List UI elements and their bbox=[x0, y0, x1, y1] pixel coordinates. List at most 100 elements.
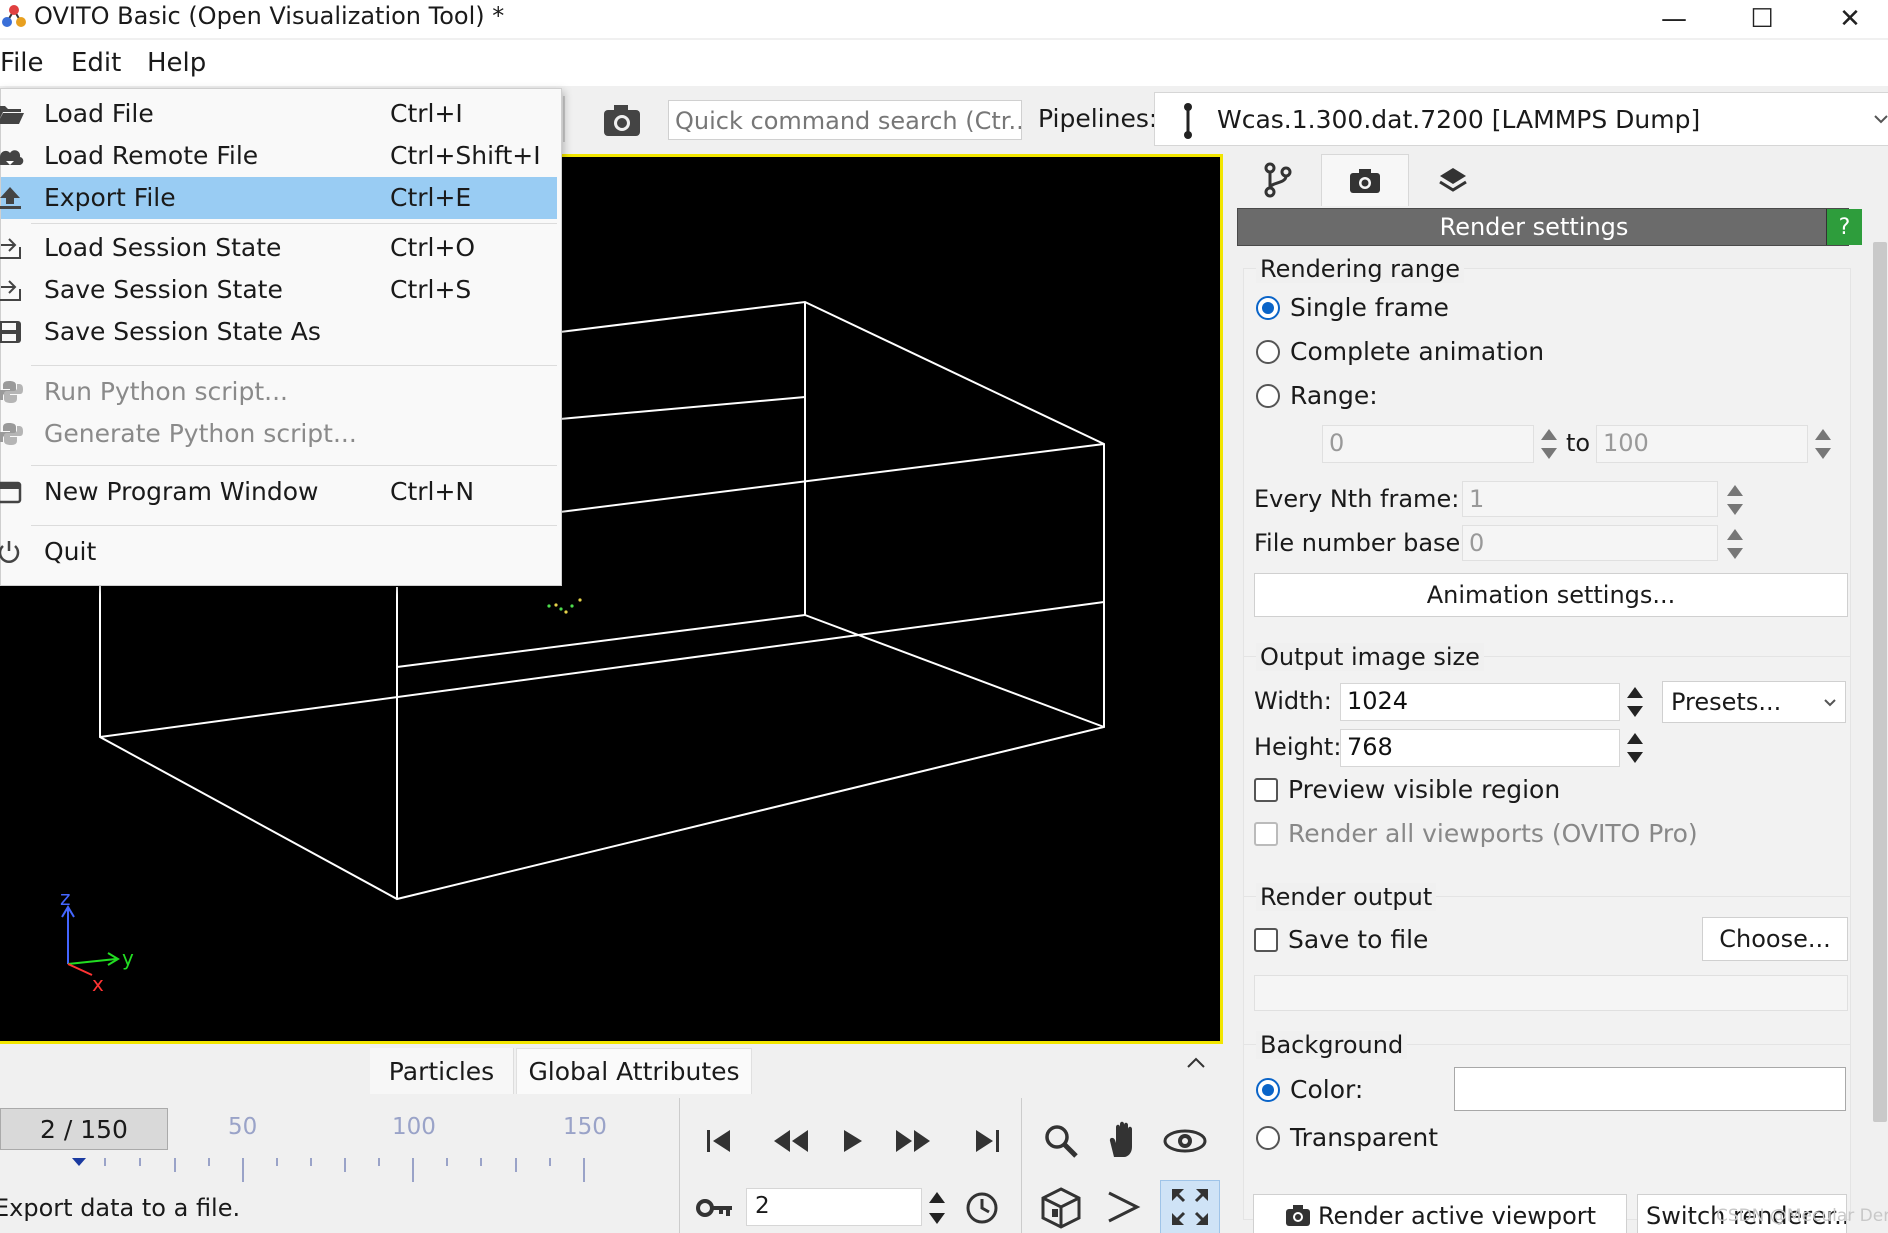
file-menu-dropdown: Load File Ctrl+I Load Remote File Ctrl+S… bbox=[0, 88, 562, 586]
rendering-range-title: Rendering range bbox=[1256, 255, 1464, 283]
transparent-label: Transparent bbox=[1290, 1123, 1439, 1152]
menu-item-export-file[interactable]: Export File Ctrl+E bbox=[0, 177, 557, 219]
pipeline-selector[interactable]: Wcas.1.300.dat.7200 [LAMMPS Dump] bbox=[1154, 92, 1888, 146]
width-field[interactable]: 1024 bbox=[1340, 683, 1620, 721]
timeline-tick-label: 50 bbox=[228, 1114, 258, 1140]
fov-button[interactable] bbox=[1098, 1182, 1148, 1232]
checkbox-disabled-icon bbox=[1254, 821, 1278, 846]
chevron-up-icon[interactable] bbox=[1186, 1056, 1206, 1070]
python-icon bbox=[0, 381, 23, 403]
tab-particles[interactable]: Particles bbox=[370, 1048, 514, 1094]
background-color-radio[interactable]: Color: bbox=[1256, 1075, 1363, 1104]
render-all-viewports-label: Render all viewports (OVITO Pro) bbox=[1288, 819, 1698, 848]
range-radio[interactable]: Range: bbox=[1256, 381, 1378, 410]
background-color-label: Color: bbox=[1290, 1075, 1364, 1104]
menu-item-shortcut: Ctrl+Shift+I bbox=[390, 141, 541, 170]
radio-checked-icon bbox=[1256, 1077, 1280, 1102]
command-panel: Render settings ? Rendering range Single… bbox=[1225, 154, 1888, 1233]
range-start-spinner-icon[interactable] bbox=[1538, 425, 1560, 463]
cloud-download-icon bbox=[0, 150, 24, 165]
tab-overlays[interactable] bbox=[1409, 154, 1497, 206]
tab-global-attributes[interactable]: Global Attributes bbox=[516, 1048, 752, 1094]
menu-item-quit[interactable]: Quit bbox=[0, 531, 557, 573]
width-spinner-icon[interactable] bbox=[1624, 683, 1646, 721]
every-nth-spinner-icon[interactable] bbox=[1724, 481, 1746, 519]
animation-timeline[interactable]: 2 / 150 50 100 150 Export data to a file… bbox=[0, 1098, 680, 1233]
close-button[interactable]: ✕ bbox=[1810, 0, 1888, 38]
session-save-icon bbox=[0, 280, 21, 301]
file-number-base-spinner-icon[interactable] bbox=[1724, 525, 1746, 563]
radio-unchecked-icon bbox=[1256, 339, 1280, 364]
preview-visible-region-checkbox[interactable]: Preview visible region bbox=[1254, 775, 1560, 804]
zoom-all-button[interactable] bbox=[1160, 1180, 1220, 1233]
menu-item-load-file[interactable]: Load File Ctrl+I bbox=[0, 93, 557, 135]
skip-end-icon bbox=[976, 1130, 999, 1152]
choose-output-file-button[interactable]: Choose... bbox=[1702, 917, 1848, 961]
help-button[interactable]: ? bbox=[1826, 209, 1862, 245]
radio-unchecked-icon bbox=[1256, 1125, 1280, 1150]
render-all-viewports-checkbox: Render all viewports (OVITO Pro) bbox=[1254, 819, 1698, 848]
camera-icon bbox=[1285, 1205, 1310, 1226]
single-frame-radio[interactable]: Single frame bbox=[1256, 293, 1449, 322]
quick-command-search-input[interactable]: Quick command search (Ctr... bbox=[668, 100, 1022, 140]
output-image-size-title: Output image size bbox=[1256, 643, 1484, 671]
complete-animation-radio[interactable]: Complete animation bbox=[1256, 337, 1544, 366]
rewind-icon bbox=[774, 1130, 808, 1152]
tab-render[interactable] bbox=[1321, 154, 1409, 206]
save-to-file-label: Save to file bbox=[1288, 925, 1429, 954]
preview-visible-region-label: Preview visible region bbox=[1288, 775, 1561, 804]
jump-to-start-button[interactable] bbox=[694, 1116, 744, 1166]
cell-edge-back-left bbox=[396, 614, 806, 668]
menu-item-save-session-state[interactable]: Save Session State Ctrl+S bbox=[0, 269, 557, 311]
pipeline-item-icon bbox=[1184, 103, 1192, 139]
render-active-viewport-button[interactable]: Render active viewport bbox=[1253, 1194, 1627, 1233]
title-bar: OVITO Basic (Open Visualization Tool) * … bbox=[0, 0, 1888, 38]
menu-bar: File Edit Help bbox=[0, 40, 1888, 86]
menu-file[interactable]: File bbox=[0, 46, 44, 80]
height-field[interactable]: 768 bbox=[1340, 729, 1620, 767]
menu-separator bbox=[31, 465, 557, 466]
height-spinner-icon[interactable] bbox=[1624, 729, 1646, 767]
viewport-controls bbox=[1024, 1098, 1224, 1233]
next-frame-button[interactable] bbox=[888, 1116, 938, 1166]
save-to-file-checkbox[interactable]: Save to file bbox=[1254, 925, 1428, 954]
menu-item-load-remote-file[interactable]: Load Remote File Ctrl+Shift+I bbox=[0, 135, 557, 177]
menu-item-save-session-state-as[interactable]: Save Session State As bbox=[0, 311, 557, 353]
zoom-button[interactable] bbox=[1036, 1116, 1086, 1166]
previous-frame-button[interactable] bbox=[766, 1116, 816, 1166]
range-end-field[interactable]: 100 bbox=[1596, 425, 1808, 463]
maximize-button[interactable]: ☐ bbox=[1722, 0, 1802, 38]
z-axis-label: z bbox=[60, 886, 71, 910]
render-camera-button[interactable] bbox=[598, 100, 646, 140]
menu-item-load-session-state[interactable]: Load Session State Ctrl+O bbox=[0, 227, 557, 269]
ovito-logo-icon bbox=[2, 5, 26, 27]
menu-item-new-program-window[interactable]: New Program Window Ctrl+N bbox=[0, 471, 557, 513]
view-type-button[interactable] bbox=[1036, 1182, 1086, 1232]
background-color-swatch[interactable] bbox=[1454, 1067, 1846, 1111]
range-end-spinner-icon[interactable] bbox=[1812, 425, 1834, 463]
animation-settings-clock-icon[interactable] bbox=[964, 1190, 1000, 1226]
pan-button[interactable] bbox=[1098, 1114, 1148, 1164]
timeline-ticks bbox=[72, 1158, 585, 1182]
menu-edit[interactable]: Edit bbox=[71, 46, 121, 80]
session-load-icon bbox=[0, 238, 21, 259]
single-frame-label: Single frame bbox=[1290, 293, 1449, 322]
every-nth-frame-field[interactable]: 1 bbox=[1462, 481, 1718, 517]
panel-scrollbar[interactable] bbox=[1873, 242, 1887, 1122]
frame-spinner-arrows-icon[interactable] bbox=[926, 1188, 948, 1228]
minimize-button[interactable]: — bbox=[1634, 0, 1714, 38]
animation-settings-button[interactable]: Animation settings... bbox=[1254, 573, 1848, 617]
tab-pipeline[interactable] bbox=[1233, 154, 1321, 206]
menu-item-label: Export File bbox=[44, 183, 176, 212]
orbit-button[interactable] bbox=[1160, 1116, 1210, 1166]
menu-help[interactable]: Help bbox=[147, 46, 206, 80]
jump-to-end-button[interactable] bbox=[962, 1116, 1012, 1166]
range-to-label: to bbox=[1566, 429, 1591, 457]
transparent-radio[interactable]: Transparent bbox=[1256, 1123, 1438, 1152]
range-start-field[interactable]: 0 bbox=[1322, 425, 1534, 463]
current-frame-spinner[interactable]: 2 bbox=[746, 1188, 922, 1226]
field-of-view-icon bbox=[1108, 1191, 1141, 1223]
presets-dropdown[interactable]: Presets... bbox=[1662, 681, 1846, 723]
file-number-base-field[interactable]: 0 bbox=[1462, 525, 1718, 561]
play-button[interactable] bbox=[828, 1116, 878, 1166]
